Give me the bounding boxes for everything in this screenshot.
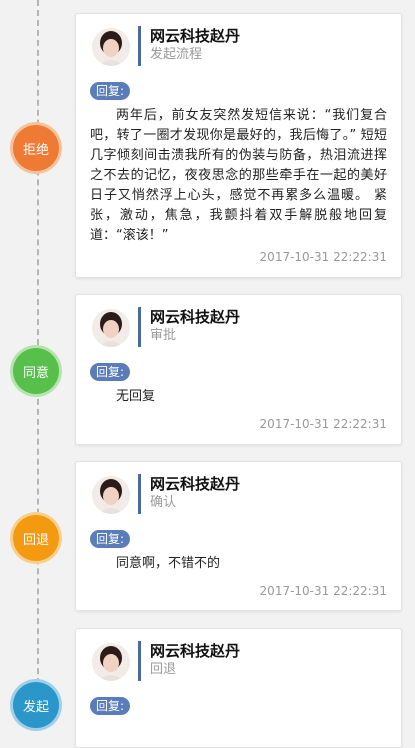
approver-role: 回退: [150, 662, 177, 677]
status-badge: 发起: [13, 682, 59, 728]
name-block: 网云科技赵丹 确认: [138, 474, 240, 514]
approver-name: 网云科技赵丹: [150, 27, 241, 45]
approver-role: 审批: [150, 328, 177, 343]
reply-tag: 回复:: [90, 363, 131, 381]
name-block: 网云科技赵丹 回退: [138, 641, 240, 681]
reply-tag: 回复:: [90, 82, 131, 100]
timestamp: 2017-10-31 22:22:31: [259, 250, 387, 264]
name-block: 网云科技赵丹 审批: [138, 307, 240, 347]
approval-card: 网云科技赵丹 确认 回复: 同意啊，不错不的 2017-10-31 22:22:…: [75, 461, 402, 611]
name-block: 网云科技赵丹 发起流程: [138, 26, 240, 66]
avatar: [92, 28, 130, 66]
approver-name: 网云科技赵丹: [150, 642, 241, 660]
timestamp: 2017-10-31 22:22:31: [259, 584, 387, 598]
status-badge: 同意: [13, 348, 59, 394]
status-badge: 回退: [13, 515, 59, 561]
reply-content: 两年后，前女友突然发短信来说：“我们复合吧，转了一圈才发现你是最好的，我后悔了。…: [90, 108, 387, 243]
reply-content: 同意啊，不错不的: [116, 556, 221, 571]
approver-role: 确认: [150, 495, 177, 510]
approval-card: 网云科技赵丹 审批 回复: 无回复 2017-10-31 22:22:31: [75, 294, 402, 445]
reply-tag: 回复:: [90, 530, 131, 548]
approver-role: 发起流程: [150, 47, 203, 62]
timestamp: 2017-10-31 22:22:31: [259, 417, 387, 431]
reply-tag: 回复:: [90, 697, 131, 715]
approval-card: 网云科技赵丹 回退 回复:: [75, 628, 402, 748]
reply-content: 无回复: [116, 389, 156, 404]
avatar: [92, 476, 130, 514]
avatar: [92, 309, 130, 347]
approval-card: 网云科技赵丹 发起流程 回复: 两年后，前女友突然发短信来说：“我们复合吧，转了…: [75, 13, 402, 278]
approver-name: 网云科技赵丹: [150, 475, 241, 493]
avatar: [92, 643, 130, 681]
status-badge: 拒绝: [13, 125, 59, 171]
approver-name: 网云科技赵丹: [150, 308, 241, 326]
